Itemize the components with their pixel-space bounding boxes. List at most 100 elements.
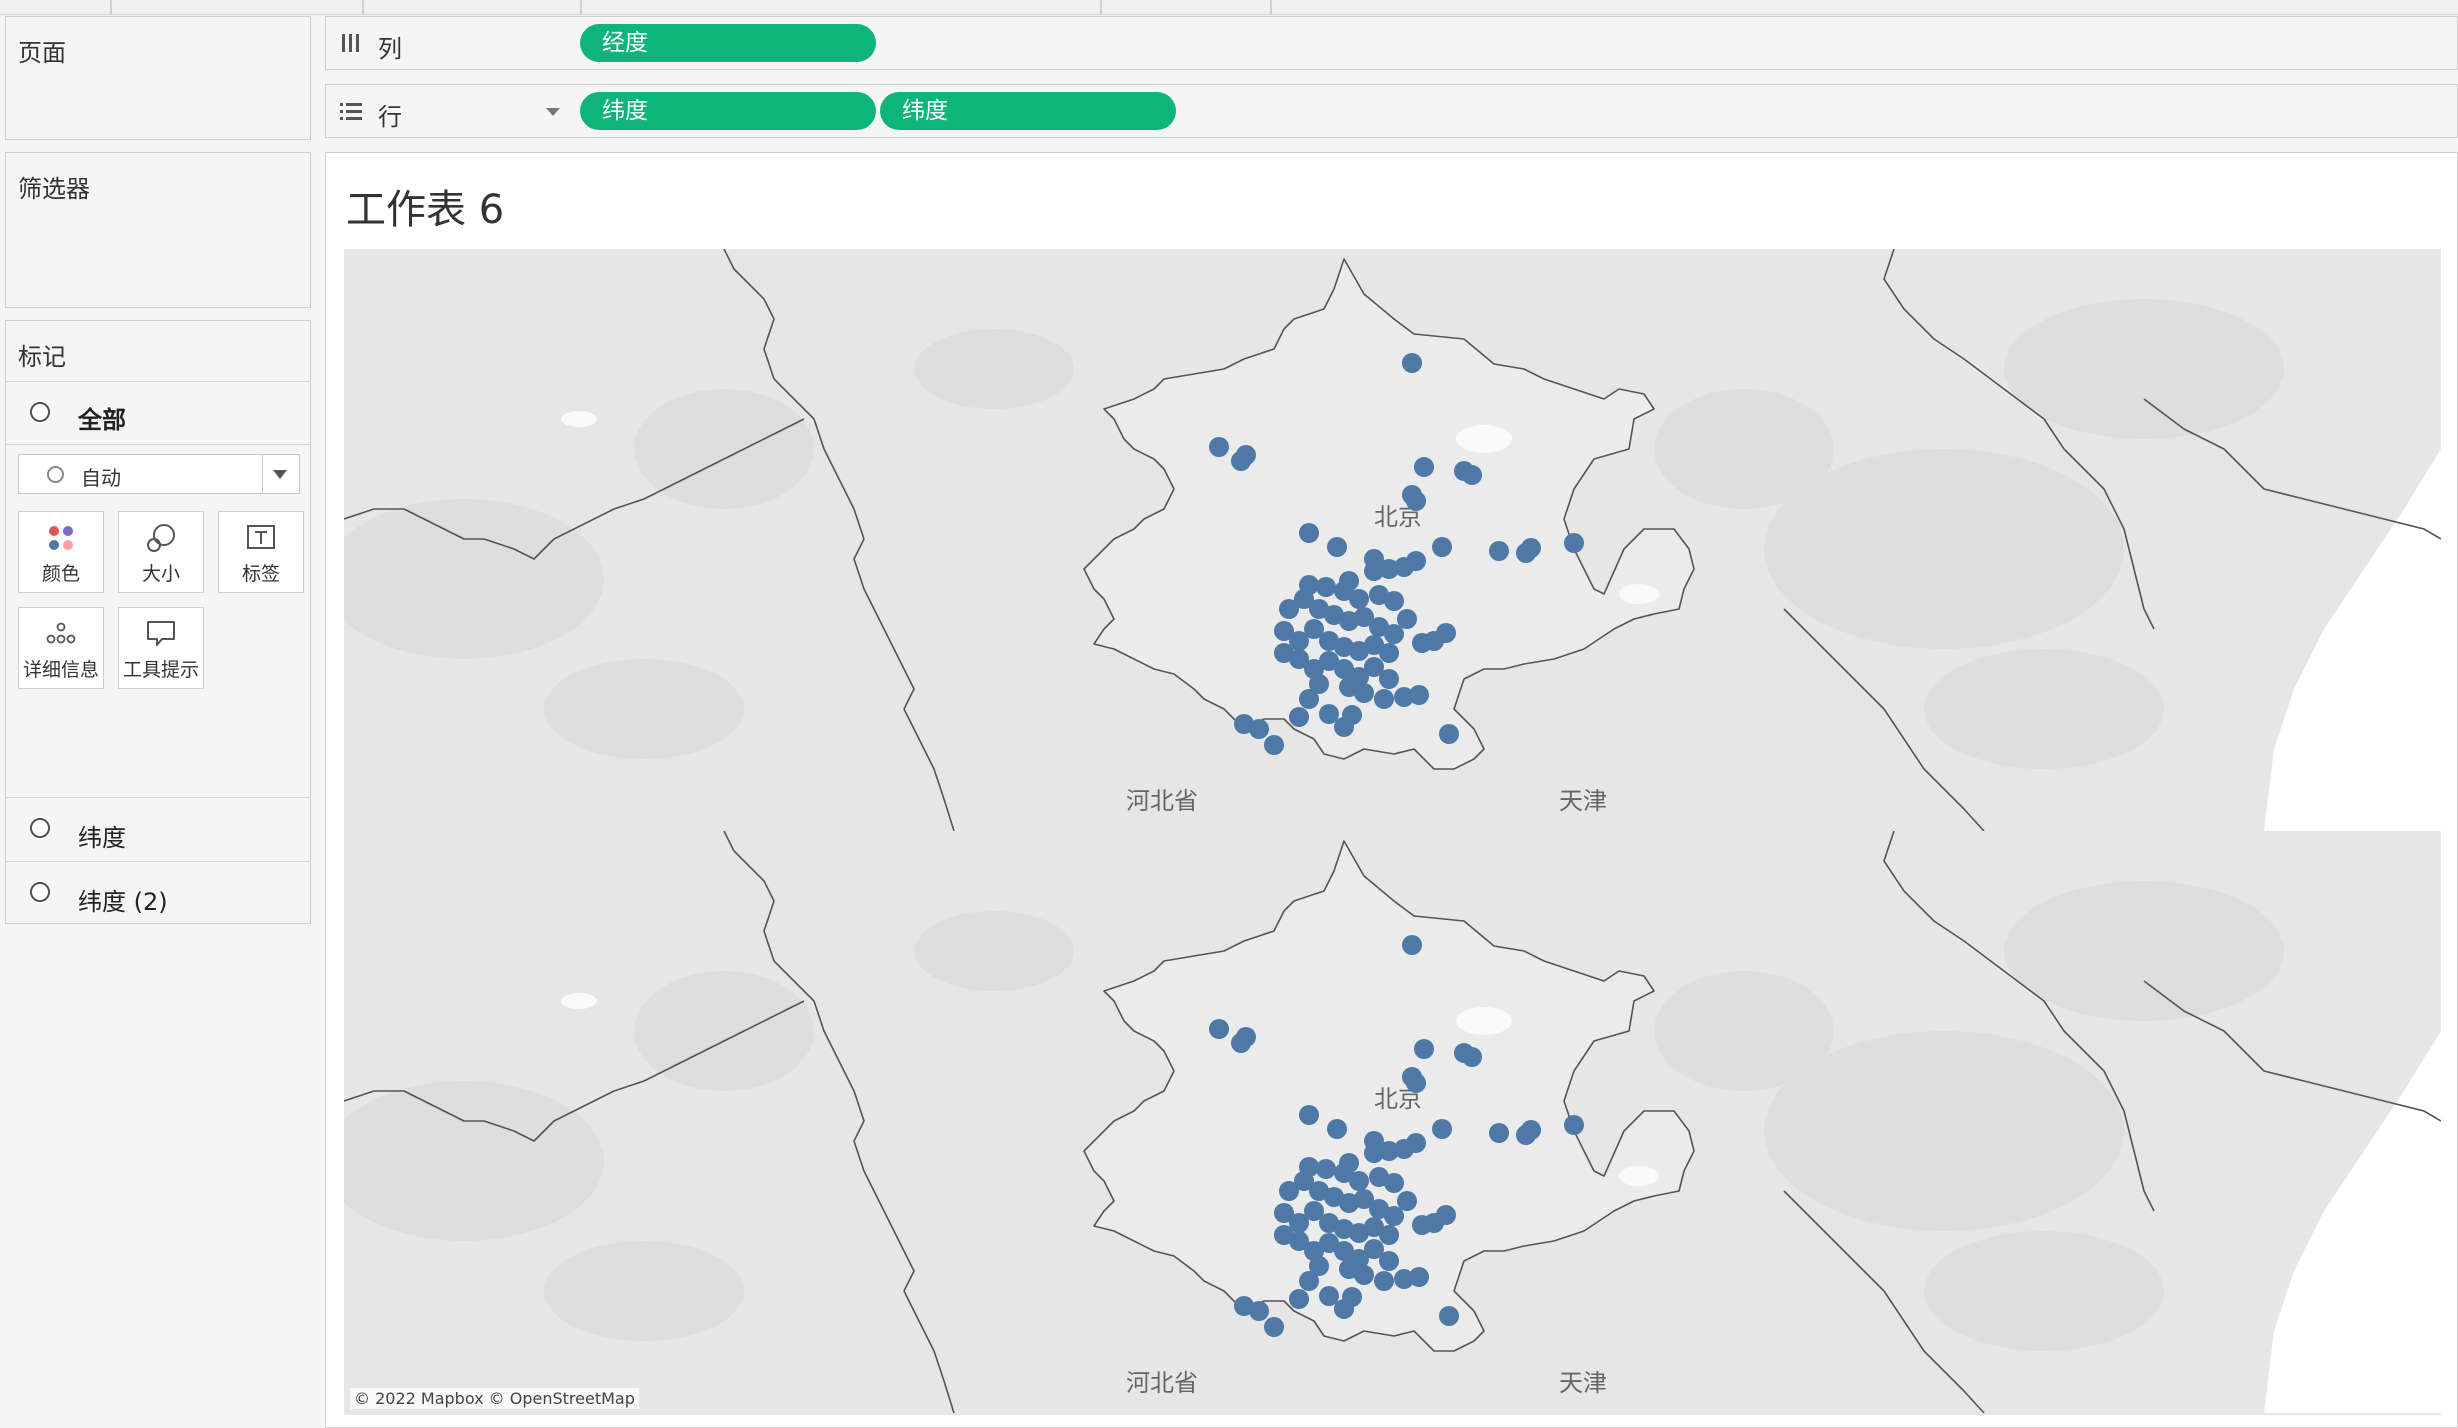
radio-icon[interactable]	[30, 818, 50, 838]
map-bottom[interactable]: 北京河北省 天津	[344, 831, 2441, 1415]
map-point[interactable]	[1349, 1171, 1369, 1191]
columns-shelf[interactable]: 经度	[574, 16, 2458, 70]
map-point[interactable]	[1374, 689, 1394, 709]
map-point[interactable]	[1289, 1289, 1309, 1309]
map-point[interactable]	[1521, 1120, 1541, 1140]
pages-card[interactable]: 页面	[5, 16, 311, 140]
rows-shelf[interactable]: 纬度 纬度	[574, 84, 2458, 138]
map-point[interactable]	[1439, 724, 1459, 744]
columns-shelf-header[interactable]: 列	[325, 16, 575, 70]
map-point[interactable]	[1489, 1123, 1509, 1143]
map-point[interactable]	[1379, 643, 1399, 663]
filters-title: 筛选器	[18, 175, 90, 203]
map-point[interactable]	[1406, 551, 1426, 571]
detail-icon	[19, 616, 103, 652]
map-pane-bottom[interactable]: 北京 河北省 天津 © 2022 Mapbox © OpenStreetMap	[344, 831, 2441, 1415]
map-point[interactable]	[1462, 1047, 1482, 1067]
map-point[interactable]	[1384, 591, 1404, 611]
map-point[interactable]	[1264, 1317, 1284, 1337]
marks-layer-latitude[interactable]: 纬度	[6, 798, 310, 860]
chevron-down-icon[interactable]	[546, 108, 560, 116]
marks-layer-latitude-2[interactable]: 纬度 (2)	[6, 862, 310, 924]
map-point[interactable]	[1209, 1019, 1229, 1039]
layer-label: 纬度 (2)	[78, 888, 168, 916]
map-point[interactable]	[1374, 1271, 1394, 1291]
map-point[interactable]	[1354, 1265, 1374, 1285]
map-point[interactable]	[1412, 1215, 1432, 1235]
map-point[interactable]	[1299, 523, 1319, 543]
map-point[interactable]	[1379, 1225, 1399, 1245]
label-button[interactable]: 标签	[218, 511, 304, 593]
map-point[interactable]	[1327, 537, 1347, 557]
filters-card[interactable]: 筛选器	[5, 152, 311, 308]
map-point[interactable]	[1289, 707, 1309, 727]
map-point[interactable]	[1489, 541, 1509, 561]
map-point[interactable]	[1364, 549, 1384, 569]
marks-title: 标记	[18, 343, 66, 371]
color-label: 颜色	[41, 563, 80, 585]
radio-icon[interactable]	[30, 882, 50, 902]
map-point[interactable]	[1564, 1115, 1584, 1135]
map-point[interactable]	[1327, 1119, 1347, 1139]
map-pane-top[interactable]: 北京 河北省 天津	[344, 249, 2441, 831]
map-point[interactable]	[1379, 1251, 1399, 1271]
map-point[interactable]	[1414, 1039, 1434, 1059]
map-point[interactable]	[1316, 1159, 1336, 1179]
map-point[interactable]	[1299, 1105, 1319, 1125]
map-point[interactable]	[1397, 1191, 1417, 1211]
map-point[interactable]	[1209, 437, 1229, 457]
map-point[interactable]	[1439, 1306, 1459, 1326]
map-point[interactable]	[1316, 577, 1336, 597]
map-point[interactable]	[1564, 533, 1584, 553]
map-point[interactable]	[1274, 643, 1294, 663]
map-point[interactable]	[1299, 1271, 1319, 1291]
map-point[interactable]	[1354, 683, 1374, 703]
tooltip-button[interactable]: 工具提示	[118, 607, 204, 689]
pages-title: 页面	[18, 39, 66, 67]
map-point[interactable]	[1521, 538, 1541, 558]
map-point[interactable]	[1406, 1073, 1426, 1093]
map-point[interactable]	[1342, 705, 1362, 725]
map-point[interactable]	[1436, 623, 1456, 643]
size-button[interactable]: 大小	[118, 511, 204, 593]
map-point[interactable]	[1414, 457, 1434, 477]
map-point[interactable]	[1412, 633, 1432, 653]
map-point[interactable]	[1432, 1119, 1452, 1139]
map-point[interactable]	[1299, 689, 1319, 709]
map-point[interactable]	[1397, 609, 1417, 629]
rows-label: 行	[378, 103, 402, 131]
color-button[interactable]: 颜色	[18, 511, 104, 593]
map-point[interactable]	[1231, 1033, 1251, 1053]
map-point[interactable]	[1409, 1267, 1429, 1287]
map-point[interactable]	[1364, 1131, 1384, 1151]
map-point[interactable]	[1379, 669, 1399, 689]
latitude-pill-2[interactable]: 纬度	[880, 92, 1176, 130]
toolbar-divider	[580, 0, 582, 14]
radio-icon[interactable]	[30, 402, 50, 422]
mark-type-label: 自动	[81, 466, 121, 490]
map-point[interactable]	[1264, 735, 1284, 755]
map-point[interactable]	[1409, 685, 1429, 705]
mark-type-dropdown[interactable]: 自动	[18, 454, 300, 494]
marks-all-row[interactable]: 全部	[6, 382, 310, 444]
map-top[interactable]: 北京河北省 天津	[344, 249, 2441, 831]
map-point[interactable]	[1384, 1173, 1404, 1193]
map-point[interactable]	[1249, 1301, 1269, 1321]
map-point[interactable]	[1432, 537, 1452, 557]
map-point[interactable]	[1402, 353, 1422, 373]
map-point[interactable]	[1462, 465, 1482, 485]
latitude-pill[interactable]: 纬度	[580, 92, 876, 130]
map-point[interactable]	[1349, 589, 1369, 609]
longitude-pill[interactable]: 经度	[580, 24, 876, 62]
map-point[interactable]	[1402, 935, 1422, 955]
map-point[interactable]	[1436, 1205, 1456, 1225]
rows-shelf-header[interactable]: 行	[325, 84, 575, 138]
map-point[interactable]	[1231, 451, 1251, 471]
map-point[interactable]	[1249, 719, 1269, 739]
marks-all-label: 全部	[78, 406, 126, 434]
map-point[interactable]	[1406, 1133, 1426, 1153]
detail-button[interactable]: 详细信息	[18, 607, 104, 689]
map-point[interactable]	[1406, 491, 1426, 511]
map-point[interactable]	[1342, 1287, 1362, 1307]
map-point[interactable]	[1274, 1225, 1294, 1245]
